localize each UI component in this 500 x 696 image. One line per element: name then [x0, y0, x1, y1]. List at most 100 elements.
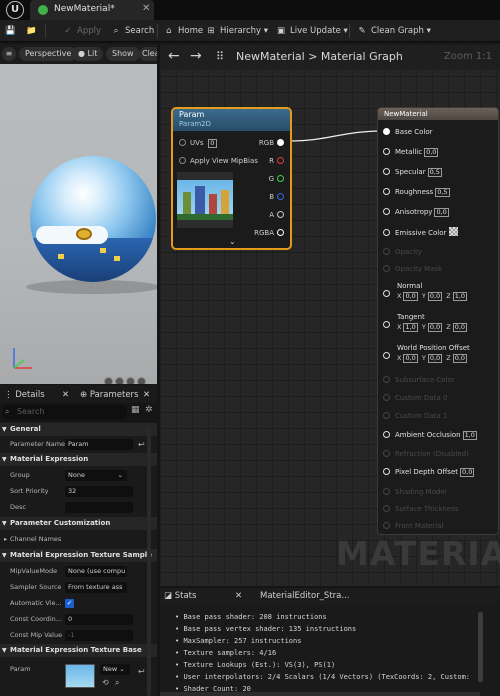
- tab-parameters[interactable]: ⊕ Parameters: [80, 387, 138, 403]
- output-g[interactable]: G: [269, 173, 284, 185]
- category-texture-base[interactable]: ▼ Material Expression Texture Base: [0, 644, 157, 657]
- sort-priority-field[interactable]: 32: [65, 486, 133, 497]
- input-tangent[interactable]: [383, 319, 395, 331]
- lit-button[interactable]: ● Lit: [72, 47, 104, 61]
- close-parameters-icon[interactable]: ✕: [143, 387, 150, 403]
- ambient-occlusion-value[interactable]: 1,0: [462, 431, 477, 440]
- const-mip-value-field[interactable]: -1: [65, 630, 133, 641]
- metallic-value[interactable]: 0,0: [424, 148, 439, 157]
- close-tab-icon[interactable]: ✕: [142, 3, 150, 14]
- uvs-input[interactable]: UVs 0: [179, 137, 217, 149]
- automatic-view-mip-checkbox[interactable]: ✓: [65, 599, 74, 608]
- tangent-y[interactable]: 0,0: [427, 323, 443, 332]
- apply-mip-input[interactable]: Apply View MipBias: [179, 155, 258, 167]
- mip-value-mode-dropdown[interactable]: None (use compu: [65, 566, 127, 577]
- cube-icon[interactable]: [137, 377, 146, 384]
- tab-stats[interactable]: ◪ Stats: [164, 588, 196, 604]
- normal-z[interactable]: 1,0: [452, 292, 468, 301]
- output-rgba[interactable]: RGBA: [254, 227, 284, 239]
- category-texture-sample[interactable]: ▼ Material Expression Texture Sample: [0, 549, 157, 562]
- color-swatch-icon[interactable]: [449, 227, 459, 236]
- live-update-button[interactable]: ▣ Live Update ▾: [275, 23, 348, 39]
- preview-shape-icons[interactable]: [104, 371, 156, 384]
- cylinder-icon[interactable]: [104, 377, 113, 384]
- settings-gear-icon[interactable]: ✲: [145, 405, 153, 415]
- input-pixel-depth-offset[interactable]: Pixel Depth Offset 0,0: [383, 466, 475, 478]
- stats-scrollbar[interactable]: [478, 612, 483, 682]
- output-a[interactable]: A: [269, 209, 284, 221]
- texture-asset-dropdown[interactable]: New ⌄: [100, 664, 130, 675]
- plane-icon[interactable]: [126, 377, 135, 384]
- sphere-icon[interactable]: [115, 377, 124, 384]
- input-normal[interactable]: [383, 288, 395, 300]
- parameter-name-field[interactable]: Param: [65, 439, 133, 450]
- unreal-logo-icon[interactable]: U: [6, 1, 24, 19]
- input-roughness[interactable]: Roughness 0,5: [383, 186, 450, 198]
- sampler-source-dropdown[interactable]: From texture ass: [65, 582, 127, 593]
- tab-details[interactable]: ⋮ Details: [4, 387, 45, 403]
- perspective-button[interactable]: Perspective: [19, 47, 78, 61]
- browse-icon[interactable]: 📁: [26, 23, 37, 39]
- input-metallic[interactable]: Metallic 0,0: [383, 146, 439, 158]
- input-emissive-color[interactable]: Emissive Color: [383, 227, 459, 239]
- wpo-x[interactable]: 0,0: [403, 354, 418, 363]
- tangent-z[interactable]: 0,0: [452, 323, 468, 332]
- output-r[interactable]: R: [269, 155, 284, 167]
- normal-x[interactable]: 0,0: [403, 292, 418, 301]
- input-subsurface-color: Subsurface Color: [383, 374, 455, 386]
- input-specular[interactable]: Specular 0,5: [383, 166, 442, 178]
- category-parameter-customization[interactable]: ▼ Parameter Customization: [0, 517, 157, 530]
- normal-y[interactable]: 0,0: [427, 292, 443, 301]
- roughness-value[interactable]: 0,5: [435, 188, 450, 197]
- group-dropdown[interactable]: None ⌄: [65, 470, 127, 481]
- material-graph[interactable]: ← → ⠿ NewMaterial > Material Graph Zoom …: [160, 44, 500, 586]
- viewport-menu-icon[interactable]: ≡: [2, 47, 16, 61]
- input-base-color[interactable]: Base Color: [383, 126, 433, 138]
- row-channel-names[interactable]: ▸ Channel Names: [0, 532, 157, 547]
- param-texture-node[interactable]: Param Param2D UVs 0 Apply View MipBias R…: [171, 107, 292, 250]
- const-coordinate-field[interactable]: 0: [65, 614, 133, 625]
- input-ambient-occlusion[interactable]: Ambient Occlusion 1,0: [383, 429, 477, 441]
- output-b-label: B: [269, 193, 274, 201]
- close-details-icon[interactable]: ✕: [62, 387, 69, 403]
- home-button[interactable]: ⌂ Home: [163, 23, 203, 39]
- desc-field[interactable]: [65, 502, 133, 513]
- reset-arrow-icon[interactable]: ↩: [138, 664, 145, 679]
- tab-new-material[interactable]: NewMaterial* ✕: [30, 0, 154, 20]
- save-icon[interactable]: 💾: [5, 23, 16, 39]
- preview-viewport[interactable]: ≡ Perspective ● Lit Show Clea: [0, 44, 157, 384]
- category-general[interactable]: ▼ General: [0, 423, 157, 436]
- output-rgb[interactable]: RGB: [259, 137, 284, 149]
- tab-material-editor-strata[interactable]: MaterialEditor_Stra...: [260, 588, 349, 604]
- wpo-z[interactable]: 0,0: [452, 354, 468, 363]
- material-result-node[interactable]: NewMaterial Base Color Metallic 0,0 Specu…: [377, 107, 499, 535]
- pixel-depth-offset-value[interactable]: 0,0: [460, 468, 475, 477]
- expand-chevron-icon[interactable]: ⌄: [229, 237, 236, 246]
- table-view-icon[interactable]: ▦: [131, 405, 140, 415]
- clean-graph-button[interactable]: ✎ Clean Graph ▾: [356, 23, 430, 39]
- clear-button[interactable]: Clea: [139, 47, 157, 61]
- search-button[interactable]: ⌕ Search: [110, 23, 155, 39]
- stats-horizontal-scrollbar[interactable]: [160, 692, 480, 696]
- browse-asset-icon[interactable]: ⌕: [115, 675, 119, 690]
- texture-thumbnail[interactable]: [65, 664, 95, 688]
- details-search-input[interactable]: Search: [3, 405, 127, 419]
- hierarchy-button[interactable]: ⊞ Hierarchy ▾: [205, 23, 268, 39]
- reset-arrow-icon[interactable]: ↩: [138, 437, 145, 452]
- home-label: Home: [178, 26, 204, 36]
- show-button[interactable]: Show: [106, 47, 140, 61]
- input-anisotropy[interactable]: Anisotropy 0,0: [383, 206, 449, 218]
- category-material-expression[interactable]: ▼ Material Expression: [0, 453, 157, 466]
- tangent-x[interactable]: 1,0: [403, 323, 418, 332]
- custom-data-1-label: Custom Data 1: [395, 412, 448, 420]
- input-world-position-offset[interactable]: [383, 350, 395, 362]
- use-selected-icon[interactable]: ⟲: [102, 675, 109, 690]
- specular-value[interactable]: 0,5: [427, 168, 442, 177]
- close-stats-icon[interactable]: ✕: [235, 588, 242, 604]
- details-scrollbar[interactable]: [147, 428, 151, 696]
- wpo-y[interactable]: 0,0: [427, 354, 443, 363]
- apply-button[interactable]: ✓ Apply: [62, 23, 101, 39]
- anisotropy-value[interactable]: 0,0: [434, 208, 449, 217]
- uvs-value[interactable]: 0: [207, 139, 217, 148]
- output-b[interactable]: B: [269, 191, 284, 203]
